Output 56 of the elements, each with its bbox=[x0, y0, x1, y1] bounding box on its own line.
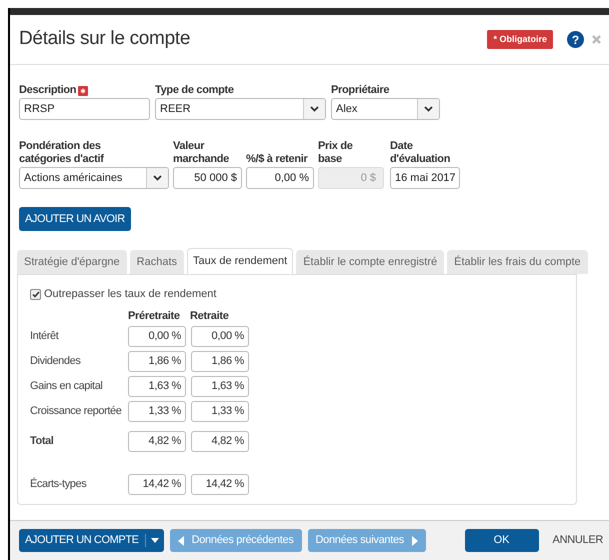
left-arrow-icon bbox=[178, 536, 184, 546]
input-field[interactable]: 1,63 % bbox=[191, 376, 249, 396]
add-holding-button[interactable]: AJOUTER UN AVOIR bbox=[19, 207, 131, 231]
chevron-down-icon[interactable] bbox=[424, 106, 433, 112]
checkbox-label: Outrepasser les taux de rendement bbox=[44, 287, 216, 302]
input-field[interactable]: 14,42 % bbox=[191, 474, 249, 494]
input-field[interactable]: 1,86 % bbox=[191, 350, 249, 372]
input-field[interactable]: 14,42 % bbox=[128, 474, 186, 494]
input-field[interactable]: 1,33 % bbox=[128, 400, 186, 422]
select-field[interactable]: REER bbox=[155, 98, 326, 120]
row-label: Intérêt bbox=[30, 328, 60, 344]
cancel-button[interactable]: ANNULER bbox=[552, 532, 603, 549]
input-field[interactable]: 16 mai 2017 bbox=[390, 167, 460, 189]
tab[interactable]: Stratégie d'épargne bbox=[17, 250, 127, 274]
tab[interactable]: Établir les frais du compte bbox=[447, 250, 588, 274]
tab[interactable]: Établir le compte enregistré bbox=[296, 250, 444, 274]
add-account-button[interactable]: AJOUTER UN COMPTE bbox=[19, 529, 164, 552]
field-label: %/$ à retenir bbox=[246, 153, 308, 166]
column-header: Préretraite bbox=[128, 308, 181, 322]
help-icon[interactable]: ? bbox=[567, 31, 584, 48]
input-field[interactable]: RRSP bbox=[19, 98, 150, 120]
input-field[interactable]: 0,00 % bbox=[246, 167, 314, 189]
field-label: Valeur marchande bbox=[173, 140, 230, 166]
input-field[interactable]: 4,82 % bbox=[128, 430, 186, 452]
field-label: Prix de base bbox=[318, 140, 354, 166]
chevron-down-icon[interactable] bbox=[153, 175, 162, 181]
field-label: Pondération des catégories d'actif bbox=[19, 140, 105, 166]
row-label: Gains en capital bbox=[30, 378, 104, 394]
select-field[interactable]: Alex bbox=[331, 98, 440, 120]
input-field[interactable]: 1,86 % bbox=[128, 350, 186, 372]
input-field[interactable]: 1,63 % bbox=[128, 376, 186, 396]
input-field[interactable]: 4,82 % bbox=[191, 430, 249, 452]
required-badge: * Obligatoire bbox=[487, 30, 553, 50]
row-label: Croissance reportée bbox=[30, 404, 122, 419]
input-field[interactable]: 0,00 % bbox=[128, 326, 186, 346]
chevron-down-icon[interactable] bbox=[310, 106, 319, 112]
field-label: Propriétaire bbox=[331, 83, 390, 98]
input-field[interactable]: 0,00 % bbox=[191, 326, 249, 346]
input-field[interactable]: 50 000 $ bbox=[173, 167, 242, 189]
field-label: Description bbox=[19, 83, 76, 98]
input-field: 0 $ bbox=[318, 167, 384, 189]
tab[interactable]: Rachats bbox=[130, 250, 184, 274]
input-field[interactable]: 1,33 % bbox=[191, 400, 249, 422]
row-label: Écarts-types bbox=[30, 476, 88, 492]
dialog-title: Détails sur le compte bbox=[19, 27, 190, 52]
row-label: Total bbox=[30, 434, 54, 449]
field-label: Type de compte bbox=[155, 83, 234, 98]
column-header: Retraite bbox=[190, 308, 230, 322]
select-field[interactable]: Actions américaines bbox=[19, 167, 169, 189]
checkbox[interactable] bbox=[30, 288, 41, 300]
row-label: Dividendes bbox=[30, 354, 82, 369]
ok-button[interactable]: OK bbox=[464, 529, 539, 552]
right-arrow-icon bbox=[412, 536, 418, 546]
required-icon bbox=[78, 86, 88, 96]
tab[interactable]: Taux de rendement bbox=[187, 248, 294, 274]
field-label: Date d'évaluation bbox=[390, 140, 452, 166]
